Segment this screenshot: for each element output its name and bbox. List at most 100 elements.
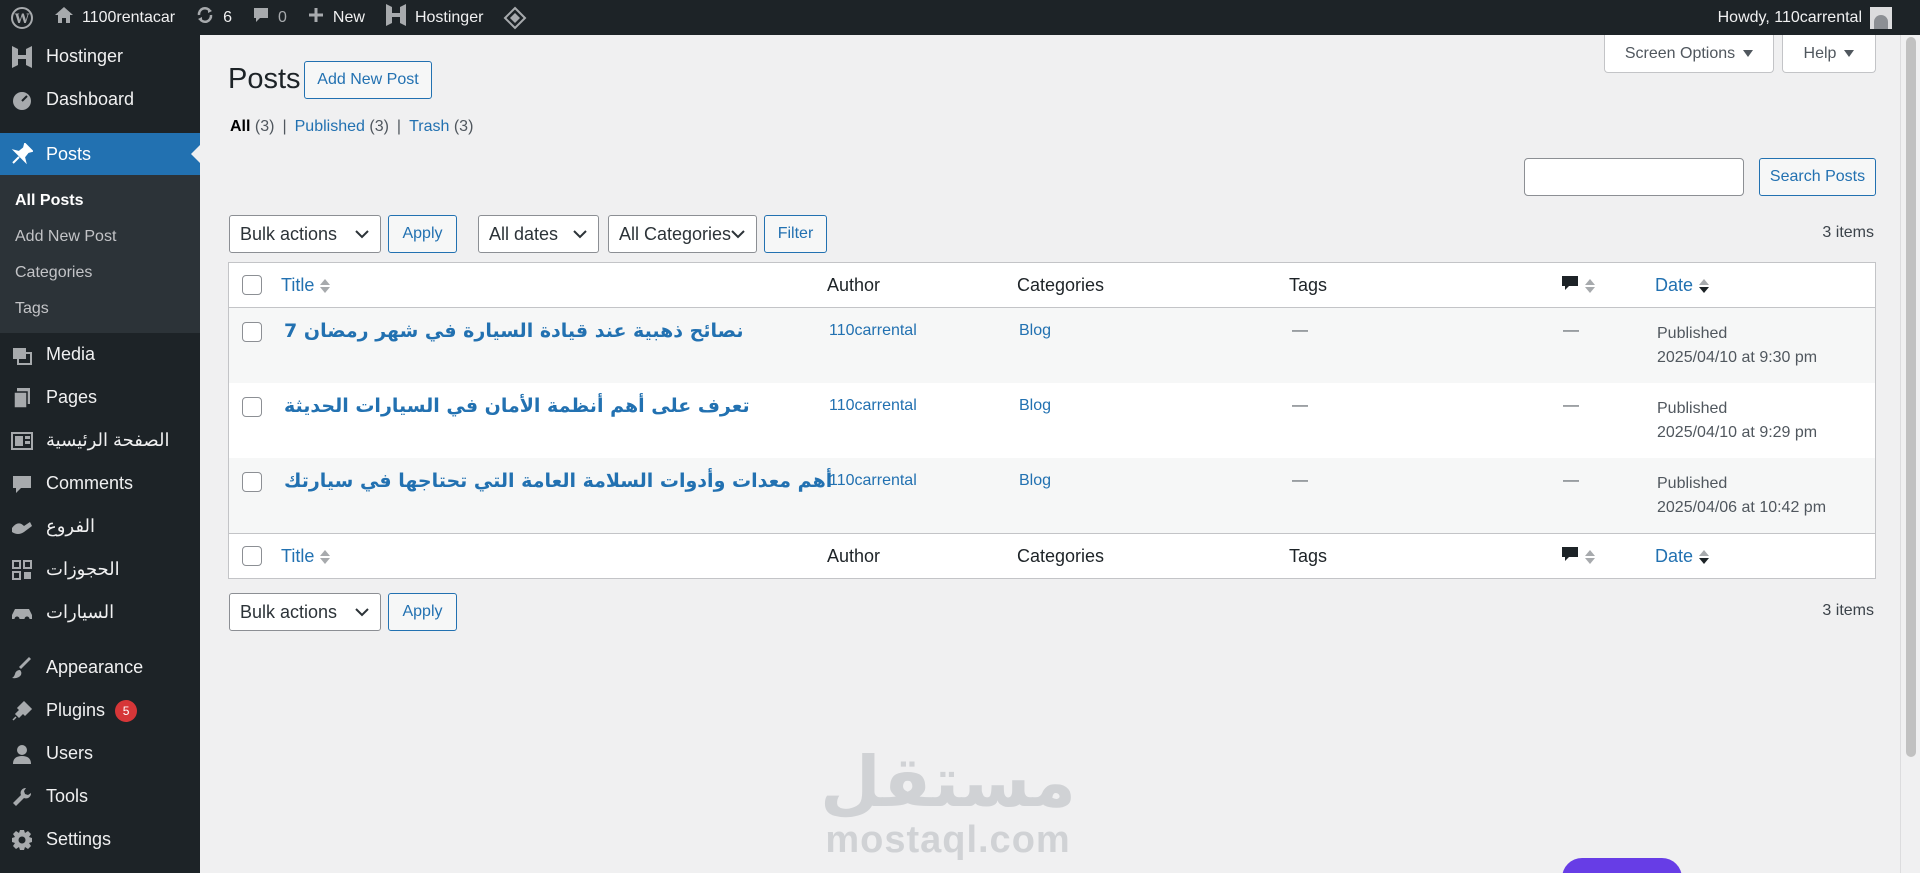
sort-icon [1699, 278, 1710, 293]
svg-text:W: W [14, 12, 30, 27]
select-all-checkbox[interactable] [242, 275, 262, 295]
row-checkbox[interactable] [242, 397, 262, 417]
apply-button[interactable]: Apply [388, 215, 457, 253]
comments-icon [10, 472, 34, 496]
chat-widget-button[interactable] [1562, 858, 1682, 873]
sidebar-item-label: Tools [46, 786, 89, 806]
post-date: Published 2025/04/10 at 9:30 pm [1657, 325, 1818, 366]
post-date: Published 2025/04/06 at 10:42 pm [1657, 475, 1827, 516]
sidebar-item-appearance[interactable]: Appearance [0, 646, 200, 689]
sidebar-item-plugins[interactable]: Plugins 5 [0, 689, 200, 732]
apply-button-bottom[interactable]: Apply [388, 593, 457, 631]
hostinger-link[interactable]: Hostinger [375, 0, 493, 35]
filter-all[interactable]: All (3) [230, 118, 274, 136]
sidebar-item-label: Posts [46, 143, 92, 164]
column-categories: Categories [1017, 546, 1105, 566]
column-title-sort[interactable]: Title [281, 534, 331, 579]
post-status-filters: All (3) | Published (3) | Trash (3) [230, 118, 473, 136]
post-category-link[interactable]: Blog [1019, 397, 1051, 415]
row-checkbox[interactable] [242, 472, 262, 492]
sidebar-item-bookings[interactable]: الحجوزات [0, 548, 200, 591]
post-author-link[interactable]: 110carrental [829, 472, 917, 490]
column-author: Author [827, 275, 881, 295]
cars-icon [10, 601, 34, 625]
media-icon [10, 343, 34, 367]
sidebar-item-media[interactable]: Media [0, 333, 200, 376]
post-author-link[interactable]: 110carrental [829, 322, 917, 340]
sidebar-item-label: Media [46, 344, 96, 364]
submenu-all-posts[interactable]: All Posts [0, 183, 200, 219]
hostinger-icon [385, 3, 407, 32]
sidebar-item-posts[interactable]: Posts [0, 133, 200, 175]
row-checkbox[interactable] [242, 322, 262, 342]
sidebar-item-dashboard[interactable]: Dashboard [0, 78, 200, 121]
sidebar-item-home-page[interactable]: الصفحة الرئيسية [0, 419, 200, 462]
sidebar-item-branches[interactable]: الفروع [0, 505, 200, 548]
posts-table: Title Author Categories Tags Date نصائح … [228, 262, 1876, 579]
admin-bar: W 1100rentacar 6 0 New Hostinger Howdy, … [0, 0, 1920, 35]
sidebar-item-comments[interactable]: Comments [0, 462, 200, 505]
scrollbar-thumb[interactable] [1906, 37, 1916, 757]
column-title-sort[interactable]: Title [281, 263, 331, 308]
avatar [1870, 6, 1892, 29]
column-date-sort[interactable]: Date [1655, 534, 1710, 579]
post-category-link[interactable]: Blog [1019, 322, 1051, 340]
appearance-icon [10, 656, 34, 680]
column-comments-sort[interactable] [1561, 534, 1595, 579]
comments-link[interactable]: 0 [242, 0, 297, 35]
submenu-categories[interactable]: Categories [0, 255, 200, 291]
column-comments-sort[interactable] [1561, 263, 1595, 308]
submenu-tags[interactable]: Tags [0, 291, 200, 327]
sidebar-item-users[interactable]: Users [0, 732, 200, 775]
add-new-post-button[interactable]: Add New Post [304, 61, 432, 99]
post-category-link[interactable]: Blog [1019, 472, 1051, 490]
filter-button[interactable]: Filter [764, 215, 827, 253]
search-posts-button[interactable]: Search Posts [1759, 158, 1876, 196]
search-input[interactable] [1524, 158, 1744, 196]
post-title-link[interactable]: أهم معدات وأدوات السلامة العامة التي تحت… [284, 470, 832, 492]
bulk-actions-select-bottom[interactable]: Bulk actions [229, 593, 381, 631]
dates-filter-select[interactable]: All dates [478, 215, 599, 253]
site-name-link[interactable]: 1100rentacar [44, 0, 185, 35]
filter-published[interactable]: Published (3) [295, 118, 389, 136]
sidebar-item-settings[interactable]: Settings [0, 818, 200, 861]
post-comments: — [1563, 322, 1579, 339]
caret-down-icon [1844, 45, 1855, 63]
column-categories: Categories [1017, 275, 1105, 295]
sidebar-item-pages[interactable]: Pages [0, 376, 200, 419]
post-tags: — [1292, 472, 1308, 489]
post-author-link[interactable]: 110carrental [829, 397, 917, 415]
sidebar-item-label: السيارات [46, 602, 115, 622]
screen-options-button[interactable]: Screen Options [1604, 35, 1774, 73]
vertical-scrollbar[interactable] [1900, 35, 1920, 873]
column-date-sort[interactable]: Date [1655, 263, 1710, 308]
sidebar-item-label: Pages [46, 387, 98, 407]
post-title-link[interactable]: نصائح ذهبية عند قيادة السيارة في شهر رمض… [284, 320, 743, 342]
new-content-link[interactable]: New [297, 0, 375, 35]
table-row: أهم معدات وأدوات السلامة العامة التي تحت… [229, 458, 1875, 533]
submenu-add-new-post[interactable]: Add New Post [0, 219, 200, 255]
categories-filter-select[interactable]: All Categories [608, 215, 757, 253]
sidebar-item-tools[interactable]: Tools [0, 775, 200, 818]
updates-link[interactable]: 6 [185, 0, 242, 35]
comment-bubble-icon [1561, 545, 1579, 568]
post-title-link[interactable]: تعرف على أهم أنظمة الأمان في السيارات ال… [284, 395, 750, 417]
post-date: Published 2025/04/10 at 9:29 pm [1657, 400, 1818, 441]
diamond-plugin-icon[interactable] [493, 0, 537, 35]
sidebar-item-hostinger[interactable]: Hostinger [0, 35, 200, 78]
sort-icon [1585, 278, 1595, 293]
wordpress-logo-icon[interactable]: W [0, 0, 44, 35]
comment-bubble-icon [1561, 274, 1579, 297]
home-icon [54, 6, 74, 29]
account-menu[interactable]: Howdy, 110carrental [1718, 6, 1920, 29]
branches-icon [10, 515, 34, 539]
bulk-actions-select[interactable]: Bulk actions [229, 215, 381, 253]
bookings-icon [10, 558, 34, 582]
select-all-checkbox[interactable] [242, 546, 262, 566]
separator: | [282, 118, 287, 135]
sidebar-item-cars[interactable]: السيارات [0, 591, 200, 634]
filter-trash[interactable]: Trash (3) [409, 118, 473, 136]
sidebar-item-label: Comments [46, 473, 134, 493]
column-tags: Tags [1289, 275, 1328, 295]
help-button[interactable]: Help [1782, 35, 1876, 73]
